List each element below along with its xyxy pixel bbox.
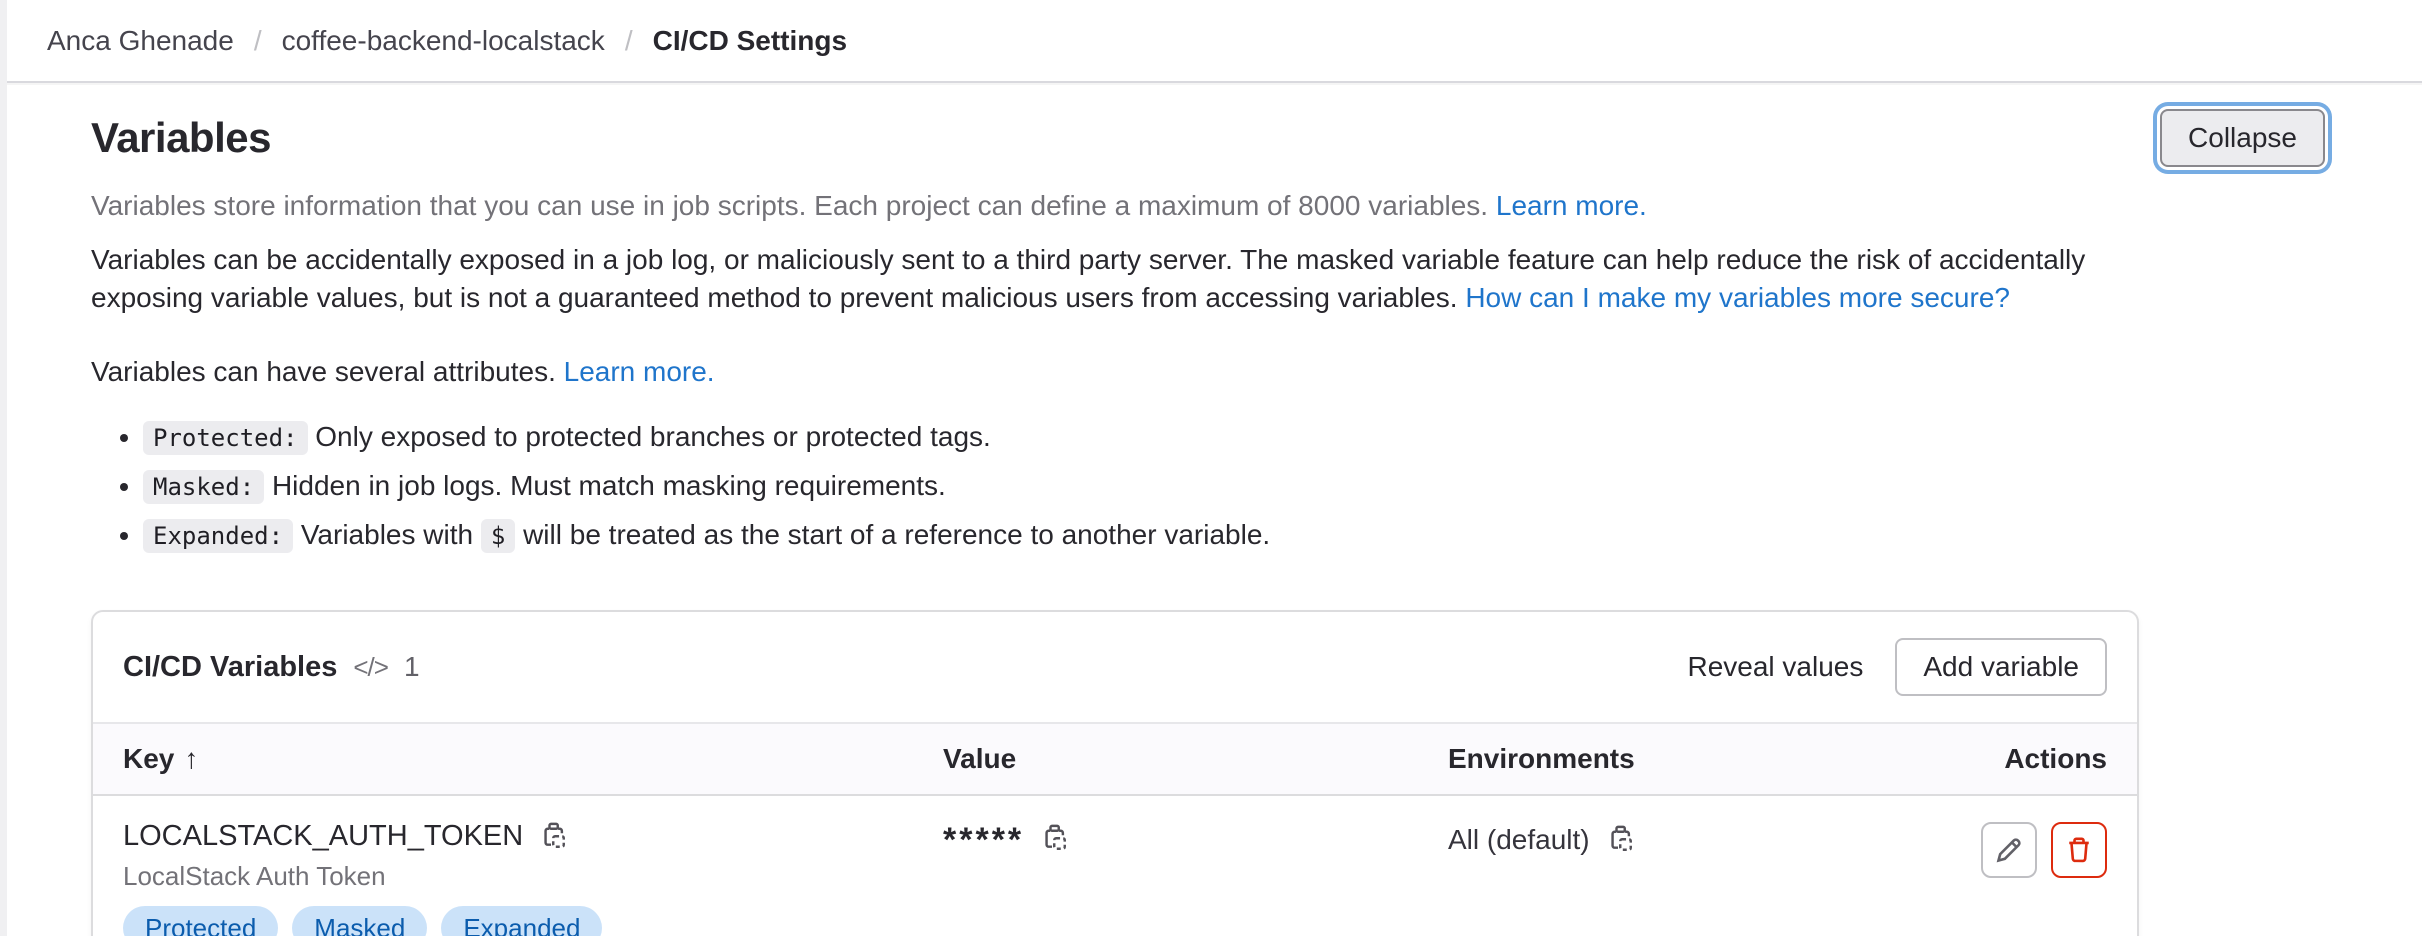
page-title: Variables	[91, 114, 271, 162]
badge-masked: Masked	[292, 906, 427, 936]
table-header-row: Key ↑ Value Environments Actions	[93, 722, 2137, 796]
card-header: CI/CD Variables </> 1 Reveal values Add …	[93, 612, 2137, 722]
attributes-list: Protected: Only exposed to protected bra…	[143, 417, 2325, 556]
column-header-environments: Environments	[1448, 743, 2004, 775]
value-cell: *****	[943, 820, 1448, 936]
copy-icon	[539, 822, 569, 852]
badge-protected: Protected	[123, 906, 278, 936]
copy-icon	[1606, 825, 1636, 855]
expanded-description-after: will be treated as the start of a refere…	[523, 519, 1270, 550]
expanded-description-before: Variables with	[301, 519, 473, 550]
attributes-paragraph: Variables can have several attributes. L…	[91, 353, 2141, 391]
breadcrumb-item-namespace[interactable]: Anca Ghenade	[47, 25, 234, 57]
card-title: CI/CD Variables	[123, 651, 337, 684]
secure-variables-link[interactable]: How can I make my variables more secure?	[1465, 282, 2010, 313]
breadcrumb-separator: /	[625, 25, 633, 57]
table-row: LOCALSTACK_AUTH_TOKEN LocalStack Auth To…	[93, 796, 2137, 936]
card-actions: Reveal values Add variable	[1681, 638, 2107, 696]
breadcrumb-bar: Anca Ghenade / coffee-backend-localstack…	[7, 0, 2422, 83]
list-item-protected: Protected: Only exposed to protected bra…	[143, 417, 2325, 458]
protected-code-chip: Protected:	[143, 421, 308, 455]
masked-code-chip: Masked:	[143, 470, 264, 504]
add-variable-button[interactable]: Add variable	[1895, 638, 2107, 696]
sort-ascending-icon: ↑	[184, 743, 198, 774]
breadcrumb-separator: /	[254, 25, 262, 57]
environment-scope: All (default)	[1448, 820, 1590, 860]
cicd-variables-card: CI/CD Variables </> 1 Reveal values Add …	[91, 610, 2139, 936]
intro-paragraph: Variables store information that you can…	[91, 187, 2141, 225]
window-edge-strip	[0, 0, 7, 936]
variable-key: LOCALSTACK_AUTH_TOKEN	[123, 820, 523, 853]
intro-text: Variables store information that you can…	[91, 190, 1488, 221]
trash-icon	[2064, 835, 2094, 865]
breadcrumb-item-current: CI/CD Settings	[653, 25, 847, 57]
column-header-key[interactable]: Key ↑	[123, 743, 943, 775]
environments-cell: All (default)	[1448, 820, 1981, 936]
key-header-label: Key	[123, 743, 174, 774]
breadcrumb-item-project[interactable]: coffee-backend-localstack	[282, 25, 605, 57]
key-cell: LOCALSTACK_AUTH_TOKEN LocalStack Auth To…	[123, 820, 943, 936]
collapse-button[interactable]: Collapse	[2160, 109, 2325, 167]
pencil-icon	[1994, 835, 2024, 865]
breadcrumb: Anca Ghenade / coffee-backend-localstack…	[47, 25, 847, 57]
code-icon: </>	[353, 652, 388, 683]
badge-expanded: Expanded	[441, 906, 602, 936]
settings-content: Variables Collapse Variables store infor…	[0, 109, 2422, 936]
protected-description: Only exposed to protected branches or pr…	[315, 421, 991, 452]
variable-description: LocalStack Auth Token	[123, 861, 943, 892]
list-item-masked: Masked: Hidden in job logs. Must match m…	[143, 466, 2325, 507]
variables-section-header: Variables Collapse	[91, 109, 2325, 167]
card-title-wrap: CI/CD Variables </> 1	[123, 651, 420, 684]
copy-environment-button[interactable]	[1606, 825, 1636, 855]
warning-paragraph: Variables can be accidentally exposed in…	[91, 241, 2141, 317]
copy-value-button[interactable]	[1040, 824, 1070, 854]
variable-count: 1	[404, 651, 420, 683]
dollar-code-chip: $	[481, 519, 515, 553]
attributes-learn-more-link[interactable]: Learn more.	[564, 356, 715, 387]
badge-list: Protected Masked Expanded	[123, 906, 943, 936]
column-header-value: Value	[943, 743, 1448, 775]
reveal-values-button[interactable]: Reveal values	[1681, 638, 1869, 696]
learn-more-link[interactable]: Learn more.	[1496, 190, 1647, 221]
copy-icon	[1040, 824, 1070, 854]
delete-variable-button[interactable]	[2051, 822, 2107, 878]
actions-cell	[1981, 820, 2107, 936]
masked-description: Hidden in job logs. Must match masking r…	[272, 470, 946, 501]
edit-variable-button[interactable]	[1981, 822, 2037, 878]
expanded-code-chip: Expanded:	[143, 519, 293, 553]
list-item-expanded: Expanded: Variables with $ will be treat…	[143, 515, 2325, 556]
column-header-actions: Actions	[2004, 743, 2107, 775]
copy-key-button[interactable]	[539, 822, 569, 852]
attributes-text: Variables can have several attributes.	[91, 356, 556, 387]
masked-value: *****	[943, 820, 1024, 860]
